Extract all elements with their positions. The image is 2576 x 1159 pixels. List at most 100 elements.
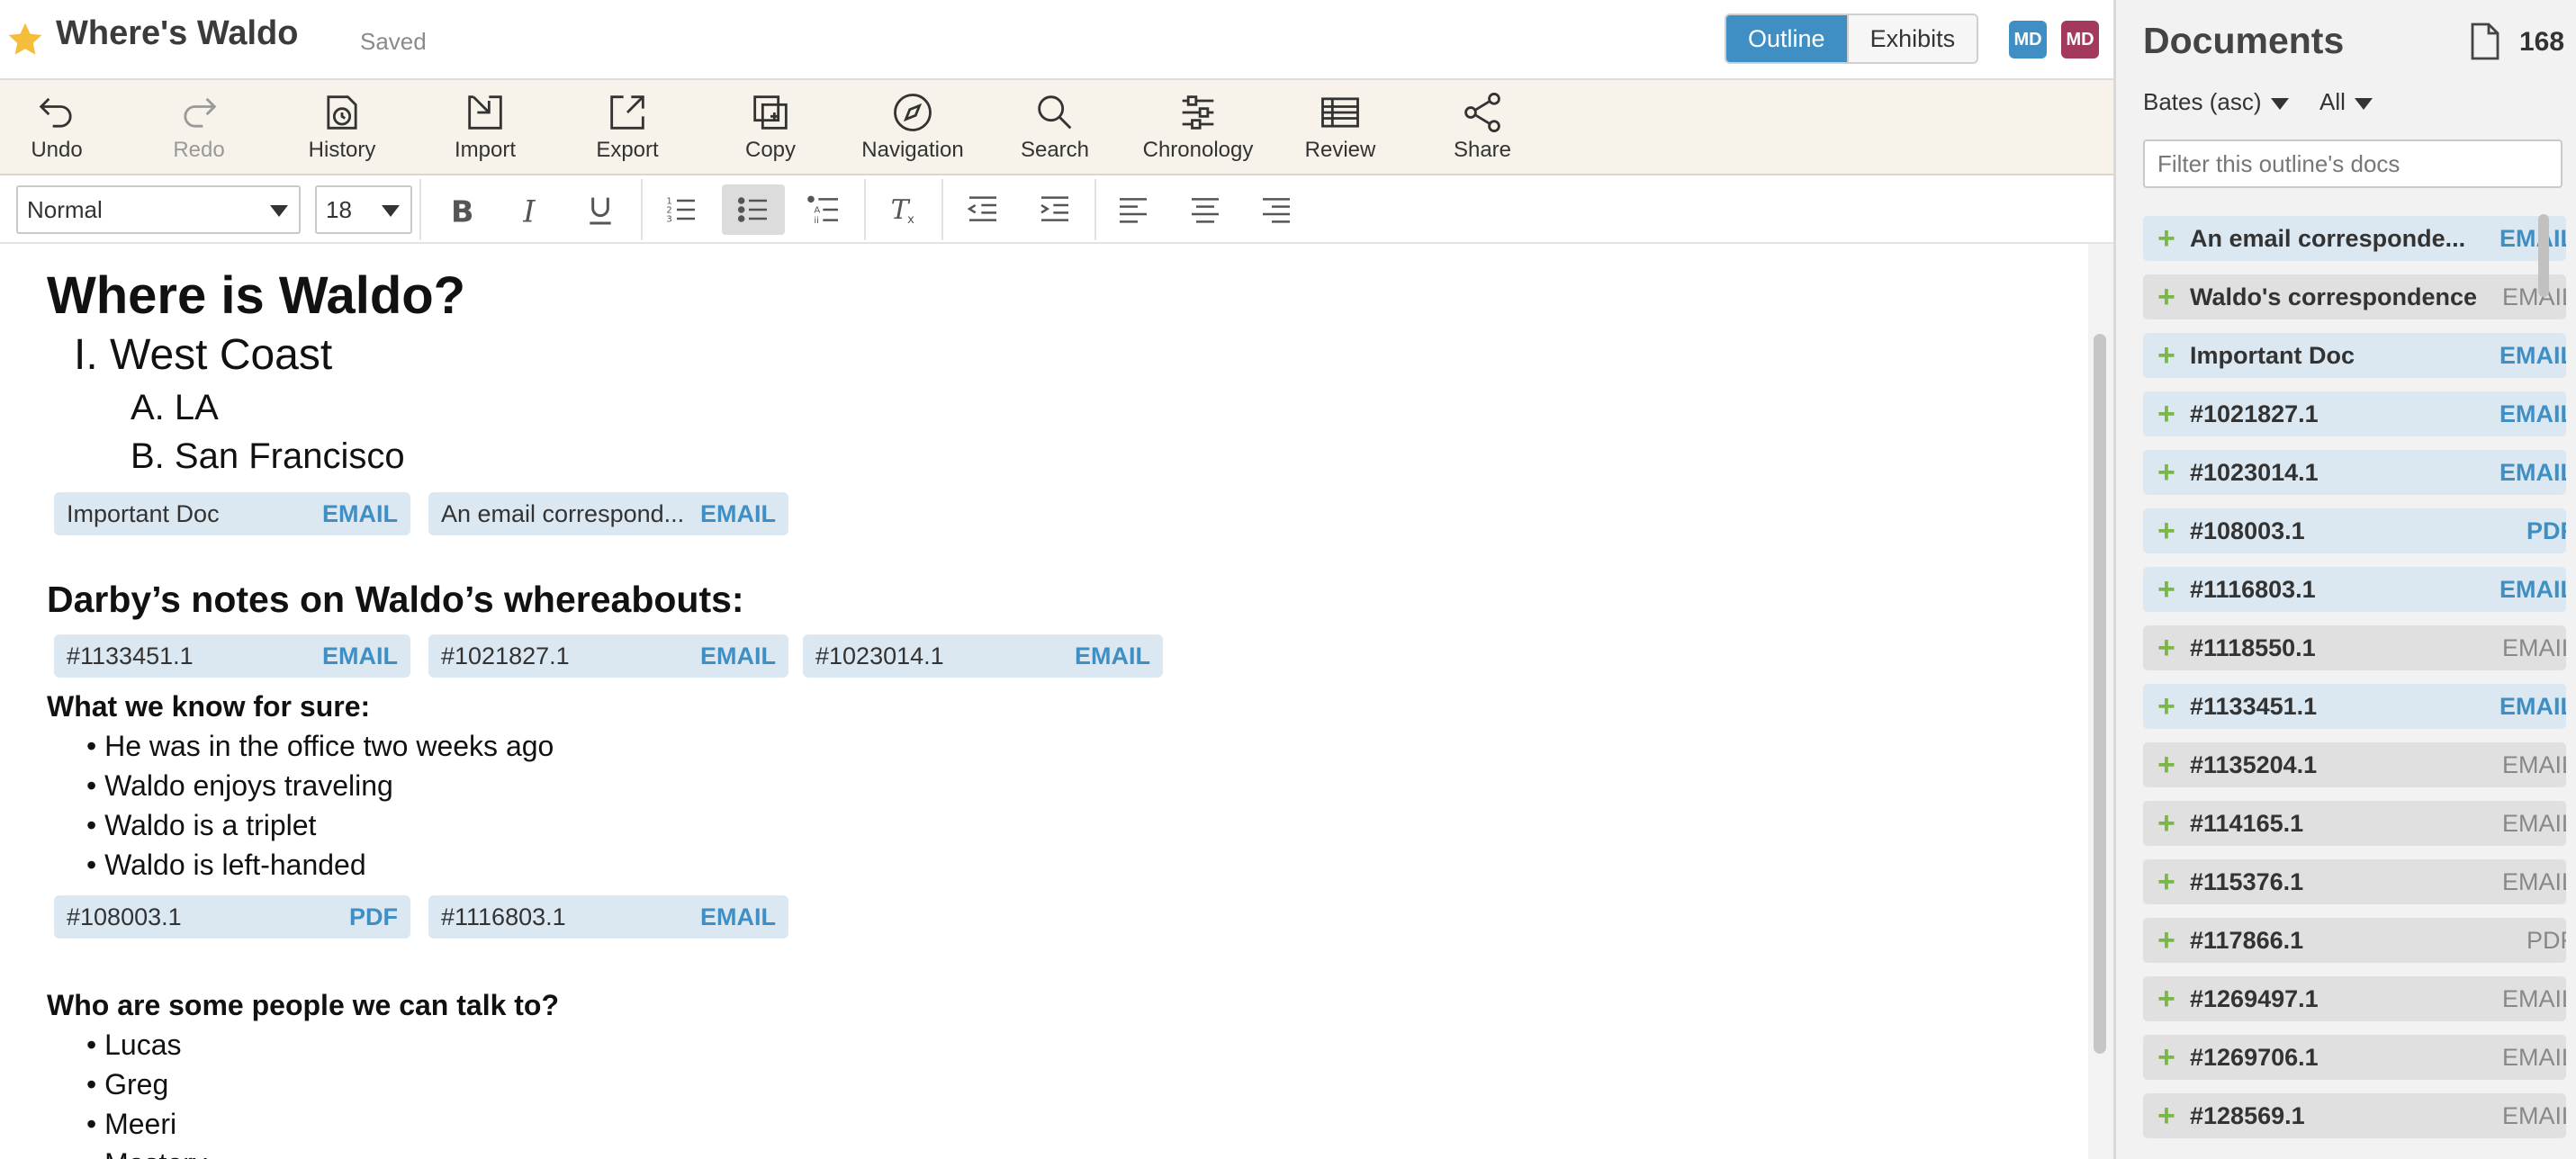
list-item[interactable]: +#1135204.1EMAIL (2143, 742, 2566, 787)
list-item[interactable]: + Important Doc EMAIL (2143, 333, 2566, 378)
avatar[interactable]: MD (2009, 21, 2047, 58)
review-button[interactable]: Review (1273, 80, 1408, 174)
documents-panel: Documents 168 Bates (asc) All + An email … (2113, 0, 2576, 1159)
list-item[interactable]: +#115376.1EMAIL (2143, 859, 2566, 904)
plus-icon[interactable]: + (2157, 508, 2175, 553)
list-item[interactable]: + #1021827.1 EMAIL (2143, 391, 2566, 436)
outline-document[interactable]: Where is Waldo? I. West Coast A. LA B. S… (0, 244, 2088, 1159)
tool-label: Navigation (861, 138, 964, 162)
view-toggle: Outline Exhibits (1725, 13, 1979, 64)
doc-chip[interactable]: #1133451.1 EMAIL (54, 634, 410, 678)
align-left-button[interactable] (1102, 184, 1165, 235)
tab-exhibits[interactable]: Exhibits (1846, 15, 1977, 62)
svg-text:A: A (814, 205, 820, 215)
doc-chip-name: An email correspond... (441, 500, 685, 527)
doc-chip[interactable]: #108003.1 PDF (54, 895, 410, 939)
underline-icon (590, 197, 611, 225)
plus-icon[interactable]: + (2157, 742, 2175, 787)
bullet-list-button[interactable] (722, 184, 785, 235)
list-item[interactable]: +#114165.1EMAIL (2143, 801, 2566, 846)
redo-button[interactable]: Redo (131, 80, 266, 174)
doc-chip[interactable]: #1116803.1 EMAIL (428, 895, 788, 939)
doc-name: #1021827.1 (2190, 400, 2319, 427)
numbered-list-button[interactable]: 123 (650, 184, 713, 235)
doc-chip-name: #1021827.1 (441, 642, 570, 669)
list-item[interactable]: + An email corresponde... EMAIL (2143, 216, 2566, 261)
doc-chip[interactable]: Important Doc EMAIL (54, 492, 410, 535)
filter-mode-dropdown[interactable]: All (2319, 88, 2373, 116)
bold-button[interactable]: B (428, 184, 491, 235)
export-button[interactable]: Export (560, 80, 695, 174)
chronology-button[interactable]: Chronology (1130, 80, 1265, 174)
doc-chip-type: EMAIL (322, 642, 398, 669)
plus-icon[interactable]: + (2157, 391, 2175, 436)
search-button[interactable]: Search (987, 80, 1122, 174)
avatar[interactable]: MD (2061, 21, 2099, 58)
underline-button[interactable] (569, 184, 632, 235)
documents-scrollbar[interactable] (2535, 214, 2554, 1159)
svg-text:I: I (522, 193, 536, 228)
doc-name: #1118550.1 (2190, 634, 2316, 661)
filter-docs-input[interactable] (2143, 139, 2562, 188)
list-item[interactable]: +#128569.1EMAIL (2143, 1093, 2566, 1138)
history-button[interactable]: History (275, 80, 410, 174)
outline-heading: I. West Coast (74, 331, 333, 379)
editor-scrollbar[interactable] (2088, 244, 2113, 1159)
list-item[interactable]: +#108003.1PDF (2143, 508, 2566, 553)
list-item[interactable]: +#1118550.1EMAIL (2143, 625, 2566, 670)
doc-name: An email corresponde... (2190, 225, 2466, 252)
list-item[interactable]: + #1023014.1 EMAIL (2143, 450, 2566, 495)
font-size-select[interactable]: 18 (315, 185, 412, 234)
plus-icon[interactable]: + (2157, 859, 2175, 904)
navigation-button[interactable]: Navigation (845, 80, 980, 174)
list-item[interactable]: +#1269497.1EMAIL (2143, 976, 2566, 1021)
paragraph-style-select[interactable]: Normal (16, 185, 301, 234)
list-item[interactable]: +#1269706.1EMAIL (2143, 1035, 2566, 1080)
list-item[interactable]: + #1116803.1 EMAIL (2143, 567, 2566, 612)
documents-scrollbar-thumb[interactable] (2538, 214, 2549, 297)
star-icon[interactable] (5, 20, 45, 59)
plus-icon[interactable]: + (2157, 450, 2175, 495)
undo-icon (39, 97, 72, 128)
share-button[interactable]: Share (1415, 80, 1550, 174)
indent-button[interactable] (1023, 184, 1086, 235)
doc-chip[interactable]: #1023014.1 EMAIL (803, 634, 1163, 678)
document-title[interactable]: Where's Waldo (56, 14, 298, 53)
align-right-button[interactable] (1245, 184, 1308, 235)
list-item[interactable]: +#117866.1PDF (2143, 918, 2566, 963)
editor-scrollbar-thumb[interactable] (2094, 334, 2106, 1054)
compass-icon (894, 94, 932, 131)
clear-format-button[interactable]: Tx (871, 184, 934, 235)
plus-icon[interactable]: + (2157, 684, 2175, 729)
plus-icon[interactable]: + (2157, 567, 2175, 612)
search-icon (1038, 95, 1072, 130)
plus-icon[interactable]: + (2157, 1093, 2175, 1138)
sort-dropdown[interactable]: Bates (asc) (2143, 88, 2289, 116)
doc-chip[interactable]: #1021827.1 EMAIL (428, 634, 788, 678)
plus-icon[interactable]: + (2157, 918, 2175, 963)
undo-button[interactable]: Undo (0, 80, 124, 174)
doc-name: #115376.1 (2190, 868, 2304, 895)
plus-icon[interactable]: + (2157, 625, 2175, 670)
plus-icon[interactable]: + (2157, 274, 2175, 319)
tool-label: Search (1020, 138, 1090, 162)
plus-icon[interactable]: + (2157, 333, 2175, 378)
doc-chip[interactable]: An email correspond... EMAIL (428, 492, 788, 535)
multilevel-list-button[interactable]: Aii (793, 184, 856, 235)
align-center-button[interactable] (1174, 184, 1237, 235)
list-item-text: Waldo is a triplet (104, 809, 317, 841)
outdent-button[interactable] (951, 184, 1014, 235)
plus-icon[interactable]: + (2157, 216, 2175, 261)
tab-outline[interactable]: Outline (1726, 15, 1847, 62)
doc-chip-name: #1133451.1 (67, 642, 194, 669)
redo-icon (184, 97, 217, 128)
list-item[interactable]: +Waldo's correspondenceEMAIL (2143, 274, 2566, 319)
plus-icon[interactable]: + (2157, 976, 2175, 1021)
copy-button[interactable]: Copy (703, 80, 838, 174)
list-item[interactable]: + #1133451.1 EMAIL (2143, 684, 2566, 729)
plus-icon[interactable]: + (2157, 1035, 2175, 1080)
import-button[interactable]: Import (418, 80, 553, 174)
plus-icon[interactable]: + (2157, 801, 2175, 846)
doc-type: EMAIL (2499, 693, 2566, 720)
italic-button[interactable]: I (498, 184, 561, 235)
